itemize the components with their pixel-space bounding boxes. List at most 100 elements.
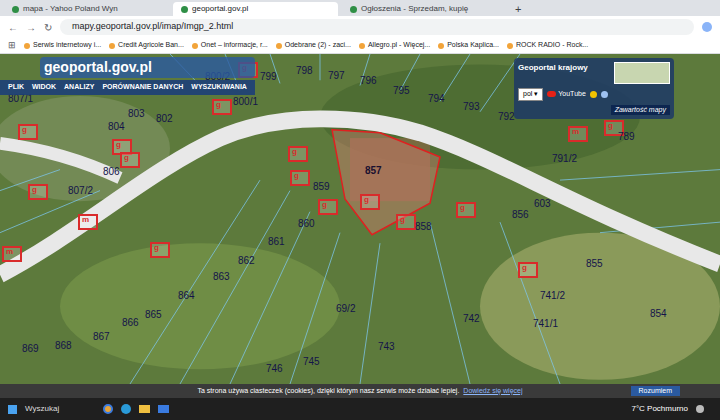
building-outline: g [120,152,140,168]
bookmark[interactable]: ROCK RADIO - Rock... [507,40,588,51]
building-outline: g [212,99,232,115]
apps-icon[interactable]: ⊞ [8,39,16,53]
mail-icon[interactable] [158,405,169,413]
building-label: g [606,122,613,130]
parcel-number[interactable]: 807/2 [68,186,93,196]
forward-icon[interactable]: → [26,20,36,35]
parcel-number[interactable]: 865 [145,310,162,320]
parcel-number[interactable]: 793 [463,102,480,112]
building-outline: g [150,242,170,258]
profile-icon[interactable] [702,22,712,32]
geoportal-header: geoportal.gov.plPLIKWIDOKANALIZYPORÓWNAN… [0,54,255,95]
language-select[interactable]: pol ▾ [518,88,543,101]
parcel-number[interactable]: 856 [512,210,529,220]
tray-icon[interactable] [696,405,704,413]
menu-item[interactable]: PLIK [8,82,24,93]
youtube-link[interactable]: YouTube [547,89,586,100]
weather[interactable]: 7°C Pochmurno [631,403,688,415]
parcel-number[interactable]: 746 [266,364,283,374]
new-tab-button[interactable]: + [511,2,525,16]
chrome-icon[interactable] [103,404,113,414]
parcel-number[interactable]: 800/1 [233,97,258,107]
browser-tab[interactable]: geoportal.gov.pl [173,2,338,16]
parcel-number[interactable]: 789 [618,132,635,142]
parcel-number[interactable]: 802 [156,114,173,124]
address-toolbar: ← → ↻ mapy.geoportal.gov.pl/imap/Imgp_2.htm… [0,16,720,38]
parcel-number[interactable]: 866 [122,318,139,328]
parcel-number[interactable]: 603 [534,199,551,209]
bookmark[interactable]: Odebrane (2) - zaci... [276,40,351,51]
building-label: g [292,172,299,180]
reload-icon[interactable]: ↻ [44,20,52,35]
bookmark-icon [109,43,115,49]
geoportal-panel: Geoportal krajowypol ▾YouTubeZawartość m… [514,58,674,119]
parcel-number[interactable]: 792 [498,112,515,122]
parcel-number[interactable]: 742 [463,314,480,324]
building-outline: g [28,184,48,200]
building-outline: g [360,194,380,210]
bookmark-icon [276,43,282,49]
tool-icon[interactable] [601,91,608,98]
folder-icon[interactable] [139,405,150,413]
menu-item[interactable]: ANALIZY [64,82,94,93]
parcel-number[interactable]: 854 [650,309,667,319]
edge-icon[interactable] [121,404,131,414]
parcel-number[interactable]: 863 [213,272,230,282]
parcel-number[interactable]: 794 [428,94,445,104]
bookmark[interactable]: Polska Kaplica... [438,40,499,51]
parcel-number[interactable]: 867 [93,332,110,342]
parcel-number[interactable]: 799 [260,72,277,82]
browser-tab[interactable]: mapa - Yahoo Poland Wyn [4,2,169,16]
parcel-number[interactable]: 857 [365,166,382,176]
building-label: g [114,141,121,149]
bookmark[interactable]: Onet – informacje, r... [192,40,268,51]
parcel-number[interactable]: 864 [178,291,195,301]
address-field[interactable]: mapy.geoportal.gov.pl/imap/Imgp_2.html [60,19,694,35]
parcel-number[interactable]: 858 [415,222,432,232]
map-view[interactable]: ggggggggggmgmgmggg807/1804803802800/1800… [0,54,720,384]
building-label: g [398,216,405,224]
parcel-number[interactable]: 861 [268,237,285,247]
parcel-number[interactable]: 743 [378,342,395,352]
building-label: g [320,201,327,209]
parcel-number[interactable]: 862 [238,256,255,266]
parcel-number[interactable]: 855 [586,259,603,269]
parcel-number[interactable]: 791/2 [552,154,577,164]
bookmark[interactable]: Serwis internetowy i... [24,40,101,51]
parcel-number[interactable]: 795 [393,86,410,96]
cookie-link[interactable]: Dowiedz się więcej [463,386,522,397]
menu-item[interactable]: WIDOK [32,82,56,93]
bookmark[interactable]: Allegro.pl - Więcej... [359,40,430,51]
cookie-accept-button[interactable]: Rozumiem [631,386,680,397]
parcel-number[interactable]: 807/1 [8,94,33,104]
back-icon[interactable]: ← [8,20,18,35]
taskbar-search[interactable]: Wyszukaj [25,403,95,415]
parcel-number[interactable]: 69/2 [336,304,355,314]
cookie-bar: Ta strona używa ciasteczek (cookies), dz… [0,384,720,398]
parcel-number[interactable]: 860 [298,219,315,229]
building-label: g [20,126,27,134]
parcel-number[interactable]: 796 [360,76,377,86]
parcel-number[interactable]: 798 [296,66,313,76]
parcel-number[interactable]: 859 [313,182,330,192]
parcel-number[interactable]: 741/1 [533,319,558,329]
parcel-number[interactable]: 804 [108,122,125,132]
parcel-number[interactable]: 741/2 [540,291,565,301]
parcel-number[interactable]: 745 [303,357,320,367]
menu-item[interactable]: PORÓWNANIE DANYCH [102,82,183,93]
overview-map[interactable] [614,62,670,84]
menu-item[interactable]: WYSZUKIWANIA [191,82,247,93]
parcel-number[interactable]: 797 [328,71,345,81]
building-outline: m [78,214,98,230]
start-icon[interactable] [8,405,17,414]
building-label: m [570,128,579,136]
parcel-number[interactable]: 806 [103,167,120,177]
tool-icon[interactable] [590,91,597,98]
building-label: g [214,101,221,109]
parcel-number[interactable]: 869 [22,344,39,354]
bookmark[interactable]: Credit Agricole Ban... [109,40,184,51]
browser-tab[interactable]: Ogłoszenia - Sprzedam, kupię [342,2,507,16]
parcel-number[interactable]: 803 [128,109,145,119]
map-contents-button[interactable]: Zawartość mapy [611,105,670,116]
parcel-number[interactable]: 868 [55,341,72,351]
